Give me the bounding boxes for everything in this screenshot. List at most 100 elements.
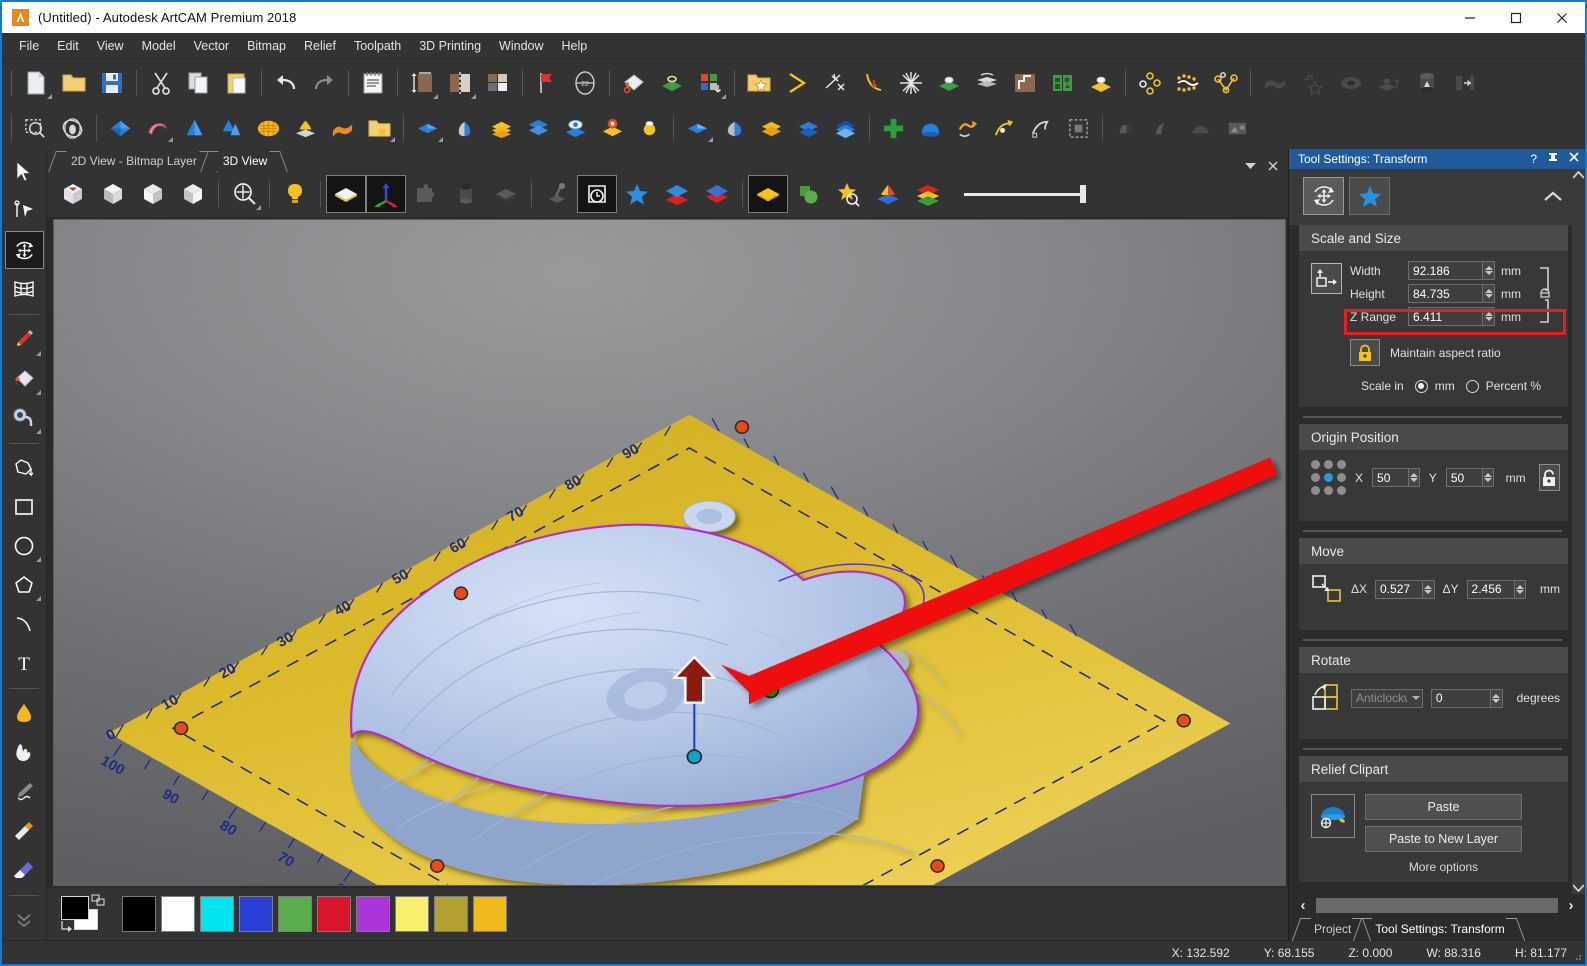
dome-blue-icon[interactable] xyxy=(912,111,949,145)
scroll-down-icon[interactable] xyxy=(1573,884,1584,892)
tab-2d-view[interactable]: 2D View - Bitmap Layer xyxy=(57,151,209,171)
star-zoom-icon[interactable] xyxy=(828,175,868,213)
curve-arrow-icon[interactable] xyxy=(854,64,892,102)
current-colors[interactable] xyxy=(61,894,105,932)
notes-icon[interactable] xyxy=(354,64,392,102)
rotate-angle-stepper[interactable] xyxy=(1490,689,1502,707)
open-folder-icon[interactable] xyxy=(55,64,93,102)
zoom-tool-icon[interactable] xyxy=(224,175,264,213)
layer-blue2-icon[interactable] xyxy=(679,111,716,145)
paste-to-new-layer-button[interactable]: Paste to New Layer xyxy=(1365,826,1522,852)
relief-split-icon[interactable] xyxy=(213,111,250,145)
panel-vertical-scrollbar[interactable] xyxy=(1572,169,1585,894)
zoom-select-icon[interactable] xyxy=(17,111,54,145)
chevron-down-icon[interactable] xyxy=(1411,690,1422,707)
lock-closed-icon[interactable] xyxy=(1350,339,1380,366)
lock-open-icon[interactable] xyxy=(1538,464,1561,491)
vector-blend-icon[interactable] xyxy=(615,64,653,102)
save-icon[interactable] xyxy=(93,64,131,102)
torus-icon[interactable] xyxy=(1332,64,1370,102)
paste-icon[interactable] xyxy=(218,64,256,102)
green-relief-icon[interactable] xyxy=(930,64,968,102)
palette-swatch-5[interactable] xyxy=(317,896,351,932)
close-button[interactable] xyxy=(1539,2,1585,33)
more-options-link[interactable]: More options xyxy=(1365,860,1522,874)
plate-yellow-icon[interactable] xyxy=(748,175,788,213)
shape-edit-tool[interactable] xyxy=(5,360,44,398)
relief-emboss-icon[interactable] xyxy=(287,111,324,145)
star-burst-icon[interactable] xyxy=(892,64,930,102)
palette-swatch-6[interactable] xyxy=(356,896,390,932)
relief-sweep-icon[interactable] xyxy=(139,111,176,145)
hscroll-track[interactable] xyxy=(1316,897,1558,913)
anchor-grid-icon[interactable] xyxy=(1311,460,1346,495)
height-input[interactable] xyxy=(1409,285,1483,302)
material-plate-icon[interactable] xyxy=(326,175,366,213)
ellipse-tool[interactable] xyxy=(5,527,44,565)
light-bulb-icon[interactable] xyxy=(275,175,315,213)
move-dx-field[interactable] xyxy=(1375,579,1435,599)
origin-y-input[interactable] xyxy=(1446,469,1483,486)
move-dy-field[interactable] xyxy=(1466,579,1526,599)
rotate-direction-input[interactable] xyxy=(1352,689,1412,707)
view-side-icon[interactable] xyxy=(173,175,213,213)
palette-swatch-9[interactable] xyxy=(473,896,507,932)
menu-vector[interactable]: Vector xyxy=(185,34,238,58)
cut-scissors-icon[interactable] xyxy=(142,64,180,102)
shade-left-icon[interactable] xyxy=(1108,111,1145,145)
mirror-icon[interactable] xyxy=(441,64,479,102)
select-arrow-tool[interactable] xyxy=(5,153,44,191)
origin-y-field[interactable] xyxy=(1445,468,1494,487)
palette-swatch-8[interactable] xyxy=(434,896,468,932)
menu-edit[interactable]: Edit xyxy=(48,34,88,58)
move-dy-input[interactable] xyxy=(1467,580,1514,598)
scale-in-percent-radio[interactable] xyxy=(1465,379,1479,393)
z-range-input[interactable] xyxy=(1409,308,1483,325)
layer-red-icon[interactable] xyxy=(697,175,737,213)
layer-stack-icon[interactable] xyxy=(520,111,557,145)
shade-flat-icon[interactable] xyxy=(1182,111,1219,145)
profile-icon[interactable] xyxy=(1006,64,1044,102)
move-dx-input[interactable] xyxy=(1376,580,1423,598)
snapshot-icon[interactable] xyxy=(577,175,617,213)
smudge-hand-tool[interactable] xyxy=(5,733,44,771)
relief-cone-icon[interactable] xyxy=(176,111,213,145)
palette-swatch-3[interactable] xyxy=(239,896,273,932)
z-range-field[interactable] xyxy=(1408,307,1495,326)
axis-gizmo-icon[interactable] xyxy=(366,175,406,213)
node-edit-tool[interactable] xyxy=(5,192,44,230)
relief-weave-icon[interactable] xyxy=(250,111,287,145)
view-top-icon[interactable] xyxy=(53,175,93,213)
dotted-curve-icon[interactable] xyxy=(1169,64,1207,102)
rotate-direction-select[interactable] xyxy=(1351,688,1423,708)
pin-icon[interactable] xyxy=(1548,152,1558,166)
slab-view-icon[interactable] xyxy=(486,175,526,213)
color-palette-icon[interactable] xyxy=(479,64,517,102)
menu-view[interactable]: View xyxy=(88,34,133,58)
minimize-button[interactable] xyxy=(1447,2,1493,33)
curve-node-icon[interactable] xyxy=(986,111,1023,145)
layer-blue-icon[interactable] xyxy=(409,111,446,145)
origin-y-stepper[interactable] xyxy=(1482,469,1493,486)
relief-clipart-icon[interactable] xyxy=(361,111,398,145)
redo-icon[interactable] xyxy=(305,64,343,102)
layer-merge-icon[interactable] xyxy=(716,111,753,145)
scroll-right-icon[interactable]: › xyxy=(1561,897,1581,914)
undo-icon[interactable] xyxy=(267,64,305,102)
star-blue-icon[interactable] xyxy=(617,175,657,213)
palette-swatch-0[interactable] xyxy=(122,896,156,932)
wrap-icon[interactable] xyxy=(949,111,986,145)
shape-mode-button[interactable] xyxy=(1349,177,1390,215)
layer-target-icon[interactable] xyxy=(594,111,631,145)
menu-model[interactable]: Model xyxy=(133,34,185,58)
emboss-icon[interactable] xyxy=(1082,64,1120,102)
foreground-color-swatch[interactable] xyxy=(61,896,89,920)
clipart-folder-icon[interactable] xyxy=(740,64,778,102)
relief-ripple-icon[interactable] xyxy=(324,111,361,145)
panel-close-icon[interactable] xyxy=(1569,152,1579,166)
slice-icon[interactable] xyxy=(1446,64,1484,102)
cylinder-view-icon[interactable] xyxy=(446,175,486,213)
maintain-aspect-ratio-row[interactable]: Maintain aspect ratio xyxy=(1311,339,1560,366)
scroll-left-icon[interactable]: ‹ xyxy=(1293,897,1313,914)
shape-group-icon[interactable] xyxy=(1044,64,1082,102)
